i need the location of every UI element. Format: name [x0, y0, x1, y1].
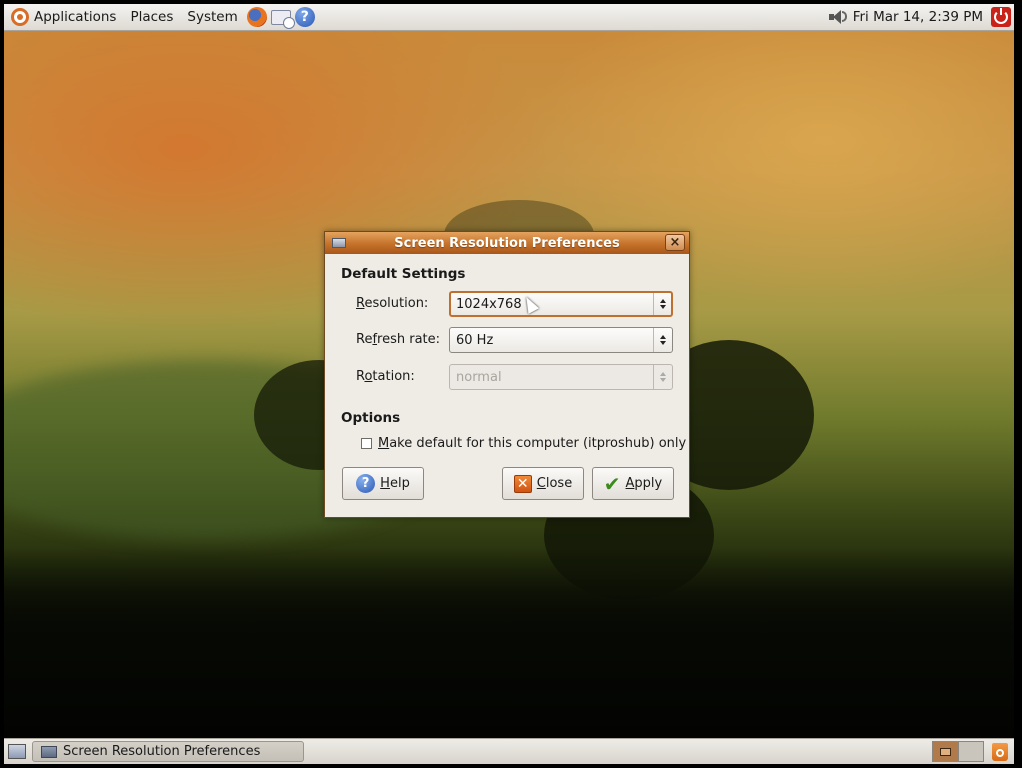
checkmark-icon: ✔ — [603, 471, 621, 496]
ubuntu-logo-icon — [11, 8, 29, 26]
resolution-label: Resolution: — [356, 296, 429, 311]
show-desktop-icon[interactable] — [8, 744, 26, 759]
taskbar-window-button[interactable]: Screen Resolution Preferences — [32, 741, 304, 762]
refresh-rate-value: 60 Hz — [456, 332, 494, 348]
trash-icon[interactable] — [992, 742, 1008, 761]
workspace-1[interactable] — [932, 741, 958, 762]
apply-button[interactable]: ✔ Apply — [592, 467, 674, 500]
screen-resolution-dialog: Screen Resolution Preferences × Default … — [324, 231, 690, 518]
help-icon: ? — [356, 474, 376, 493]
apply-button-label: Apply — [625, 476, 663, 491]
power-icon[interactable] — [991, 7, 1011, 27]
make-default-label: Make default for this computer (itproshu… — [378, 436, 687, 451]
help-button[interactable]: ? Help — [342, 467, 424, 500]
help-launcher[interactable]: ? — [294, 6, 316, 28]
help-button-label: Help — [380, 476, 410, 491]
make-default-checkbox[interactable] — [361, 438, 372, 449]
mail-launcher[interactable] — [270, 6, 295, 29]
refresh-rate-combo[interactable]: 60 Hz — [449, 327, 673, 353]
close-button-label: Close — [536, 476, 573, 491]
dialog-title: Screen Resolution Preferences — [394, 235, 620, 251]
volume-icon[interactable] — [828, 10, 847, 24]
close-icon: ✕ — [513, 474, 532, 493]
rotation-value: normal — [456, 369, 502, 385]
resolution-value: 1024x768 — [456, 296, 522, 312]
mail-icon — [270, 9, 295, 29]
dialog-titlebar[interactable]: Screen Resolution Preferences × — [325, 232, 689, 254]
taskbar-window-label: Screen Resolution Preferences — [63, 744, 261, 759]
clock[interactable]: Fri Mar 14, 2:39 PM — [851, 9, 991, 25]
rotation-label: Rotation: — [356, 369, 415, 384]
options-heading: Options — [341, 410, 401, 426]
workspace-switcher[interactable] — [932, 741, 984, 762]
wallpaper-grass — [4, 548, 1014, 738]
top-panel: Applications Places System ? Fri Mar 14,… — [4, 4, 1014, 31]
workspace-2[interactable] — [958, 741, 984, 762]
firefox-icon — [246, 7, 267, 27]
close-button[interactable]: ✕ Close — [502, 467, 584, 500]
close-icon[interactable]: × — [665, 234, 685, 251]
firefox-launcher[interactable] — [246, 6, 268, 28]
rotation-combo: normal — [449, 364, 673, 390]
make-default-option[interactable]: Make default for this computer (itproshu… — [361, 436, 686, 451]
refresh-rate-label: Refresh rate: — [356, 332, 441, 347]
applications-menu[interactable]: Applications — [4, 4, 123, 30]
combo-arrows-icon — [653, 365, 672, 389]
bottom-panel: Screen Resolution Preferences — [4, 738, 1014, 764]
system-menu[interactable]: System — [180, 4, 244, 30]
window-icon — [41, 745, 57, 758]
combo-arrows-icon — [653, 293, 672, 315]
resolution-combo[interactable]: 1024x768 — [449, 291, 673, 317]
default-settings-heading: Default Settings — [341, 266, 466, 282]
places-menu[interactable]: Places — [123, 4, 180, 30]
applications-menu-label: Applications — [34, 9, 117, 25]
combo-arrows-icon — [653, 328, 672, 352]
help-icon: ? — [294, 7, 315, 27]
